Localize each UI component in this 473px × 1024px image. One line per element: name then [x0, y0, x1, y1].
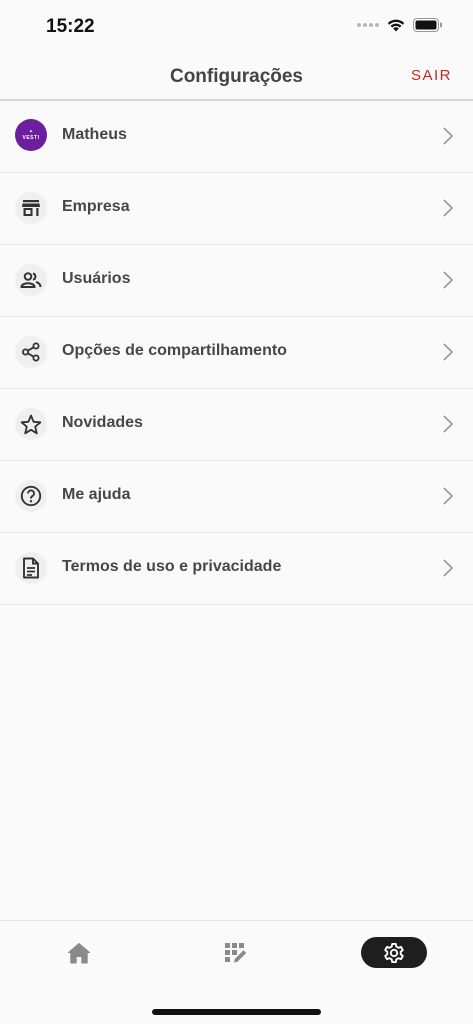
tab-catalog[interactable] [217, 937, 255, 968]
menu-item-company[interactable]: Empresa [0, 173, 473, 245]
chevron-right-icon [443, 199, 453, 217]
status-time: 15:22 [46, 16, 95, 37]
users-icon [15, 264, 47, 296]
avatar: ✦ VESTI [15, 119, 47, 151]
menu-item-label: Matheus [62, 126, 127, 143]
help-icon [15, 480, 47, 512]
menu-item-profile[interactable]: ✦ VESTI Matheus [0, 101, 473, 173]
menu-item-sharing-options[interactable]: Opções de compartilhamento [0, 317, 473, 389]
tab-home[interactable] [60, 937, 98, 968]
chevron-right-icon [443, 271, 453, 289]
tab-settings[interactable] [361, 937, 427, 968]
menu-item-label: Usuários [62, 270, 131, 287]
menu-item-label: Opções de compartilhamento [62, 342, 287, 359]
share-icon [15, 336, 47, 368]
menu-item-users[interactable]: Usuários [0, 245, 473, 317]
store-icon [15, 192, 47, 224]
battery-icon [413, 18, 442, 32]
star-icon [15, 408, 47, 440]
grid-edit-icon [225, 942, 247, 962]
menu-item-label: Empresa [62, 198, 130, 215]
settings-menu: ✦ VESTI Matheus Empresa Usuários Opções … [0, 101, 473, 605]
menu-item-label: Termos de uso e privacidade [62, 558, 282, 575]
status-bar: 15:22 [0, 0, 473, 54]
menu-item-news[interactable]: Novidades [0, 389, 473, 461]
menu-item-terms-privacy[interactable]: Termos de uso e privacidade [0, 533, 473, 605]
page-title: Configurações [169, 66, 304, 87]
chevron-right-icon [443, 487, 453, 505]
chevron-right-icon [443, 559, 453, 577]
chevron-right-icon [443, 415, 453, 433]
menu-item-label: Novidades [62, 414, 143, 431]
wifi-icon [387, 19, 405, 32]
gear-icon [384, 942, 404, 963]
chevron-right-icon [443, 343, 453, 361]
home-indicator [152, 1009, 321, 1015]
chevron-right-icon [443, 127, 453, 145]
home-icon [68, 942, 90, 963]
document-icon [15, 552, 47, 584]
menu-item-help[interactable]: Me ajuda [0, 461, 473, 533]
status-icons [357, 18, 443, 32]
logout-button[interactable]: SAIR [411, 67, 452, 84]
navigation-header: Configurações SAIR [0, 54, 473, 101]
menu-item-label: Me ajuda [62, 486, 131, 503]
cellular-signal-icon [357, 23, 379, 27]
